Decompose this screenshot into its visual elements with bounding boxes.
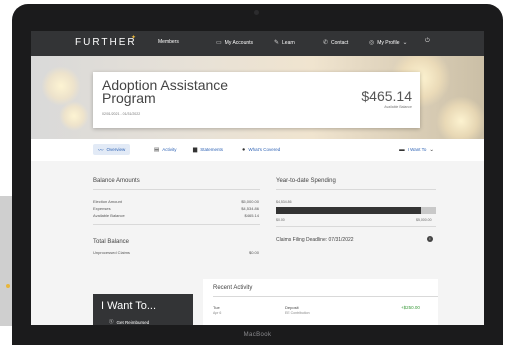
- chart-line-icon: 〰: [98, 147, 104, 154]
- chevron-down-icon: ⌄: [429, 146, 434, 153]
- nav-members[interactable]: Members: [158, 39, 179, 45]
- card-icon: ▭: [216, 40, 222, 46]
- activity-desc: EE Contribution: [285, 311, 310, 315]
- plan-dates: 02/01/2021 - 01/31/2022: [102, 112, 141, 116]
- i-want-to-dropdown[interactable]: ▬ I Want To ⌄: [399, 144, 434, 155]
- tab-whats-covered[interactable]: ● What's Covered: [237, 144, 285, 155]
- folder-icon: ▬: [399, 146, 405, 153]
- bokeh-light: [41, 66, 81, 106]
- logo-star-icon: ✦: [131, 35, 137, 41]
- ytd-max-label: $5,000.00: [416, 218, 432, 222]
- expenses-label: Expenses: [93, 206, 111, 211]
- divider: [93, 224, 260, 225]
- document-icon: ▆: [193, 146, 198, 153]
- available-balance-label: Available Balance: [384, 105, 412, 109]
- tab-overview-label: Overview: [106, 147, 126, 152]
- nav-my-profile[interactable]: ◎ My Profile ⌄: [369, 39, 408, 47]
- nav-my-accounts[interactable]: ▭ My Accounts: [216, 39, 254, 47]
- user-icon: ◎: [369, 40, 375, 46]
- nav-contact[interactable]: ✆ Contact: [323, 39, 349, 47]
- election-amount-label: Election Amount: [93, 199, 122, 204]
- nav-learn[interactable]: ✎ Learn: [274, 39, 295, 47]
- divider: [276, 189, 436, 190]
- divider: [213, 296, 438, 297]
- claims-deadline: Claims Filing Deadline: 07/31/2022: [276, 237, 354, 243]
- tab-activity[interactable]: ▤ Activity: [149, 144, 181, 155]
- plan-summary-card: Adoption Assistance Program 02/01/2021 -…: [93, 72, 420, 128]
- top-nav: FURTHER ✦ Members ▭ My Accounts ✎ Learn …: [31, 31, 484, 56]
- logo[interactable]: FURTHER: [75, 37, 137, 48]
- learn-icon: ✎: [274, 40, 280, 46]
- list-icon: ▤: [154, 146, 160, 153]
- activity-amount: +$250.00: [401, 305, 420, 310]
- logout-button[interactable]: ⏻: [425, 38, 430, 45]
- i-want-to-label: I Want To: [407, 147, 427, 152]
- recent-activity-title: Recent Activity: [213, 285, 253, 291]
- hero-banner: Adoption Assistance Program 02/01/2021 -…: [31, 56, 484, 139]
- ytd-progress-fill: [276, 207, 422, 214]
- divider: [93, 189, 260, 190]
- i-want-to-title: I Want To...: [101, 300, 157, 312]
- laptop-frame: FURTHER ✦ Members ▭ My Accounts ✎ Learn …: [12, 4, 503, 345]
- side-decoration: [0, 196, 12, 326]
- bokeh-light: [59, 101, 89, 131]
- total-balance-title: Total Balance: [93, 239, 130, 245]
- available-balance-amount: $465.14: [361, 88, 412, 104]
- info-icon[interactable]: i: [427, 236, 433, 242]
- chevron-down-icon: ⌄: [402, 40, 408, 46]
- available-balance-row-label: Available Balance: [93, 213, 125, 218]
- nav-contact-label: Contact: [331, 39, 349, 46]
- camera: [254, 10, 259, 15]
- ytd-progress-bar: [276, 207, 436, 214]
- ytd-spending-title: Year-to-date Spending: [276, 178, 336, 184]
- bokeh-light: [436, 96, 484, 139]
- phone-icon: ✆: [323, 40, 329, 46]
- activity-day: Tue: [213, 305, 220, 310]
- ytd-spent-label: $4,534.86: [276, 200, 292, 204]
- check-circle-icon: ●: [242, 146, 246, 153]
- nav-my-accounts-label: My Accounts: [224, 39, 254, 46]
- tab-overview[interactable]: 〰 Overview: [93, 144, 131, 155]
- nav-members-label: Members: [158, 39, 179, 45]
- activity-type[interactable]: Deposit: [285, 305, 299, 310]
- recent-activity-panel: Recent Activity Tue Apr 6 Deposit EE Con…: [203, 279, 438, 325]
- ytd-min-label: $0.00: [276, 218, 285, 222]
- nav-my-profile-label: My Profile: [377, 39, 400, 46]
- screen: FURTHER ✦ Members ▭ My Accounts ✎ Learn …: [31, 31, 484, 325]
- available-balance-row-value: $465.14: [244, 213, 259, 218]
- balance-amounts-title: Balance Amounts: [93, 178, 140, 184]
- device-brand: MacBook: [243, 332, 272, 338]
- plan-name: Adoption Assistance Program: [102, 77, 229, 106]
- i-want-to-panel: I Want To... ⓢ Get Reimbursed: [93, 294, 193, 325]
- tab-activity-label: Activity: [162, 147, 177, 152]
- election-amount-value: $5,000.00: [241, 199, 259, 204]
- nav-learn-label: Learn: [282, 39, 295, 46]
- power-icon: ⏻: [425, 38, 430, 44]
- plan-tabs: 〰 Overview ▤ Activity ▆ Statements ● Wha…: [31, 139, 484, 162]
- expenses-value: $4,534.86: [241, 206, 259, 211]
- unprocessed-claims-label: Unprocessed Claims: [93, 250, 130, 255]
- activity-date: Apr 6: [213, 311, 222, 315]
- divider: [276, 226, 436, 227]
- tab-statements[interactable]: ▆ Statements: [188, 144, 228, 155]
- unprocessed-claims-value: $0.00: [248, 250, 259, 255]
- tab-statements-label: Statements: [200, 147, 223, 152]
- tab-whats-covered-label: What's Covered: [248, 147, 281, 152]
- get-reimbursed-label: Get Reimbursed: [116, 319, 150, 325]
